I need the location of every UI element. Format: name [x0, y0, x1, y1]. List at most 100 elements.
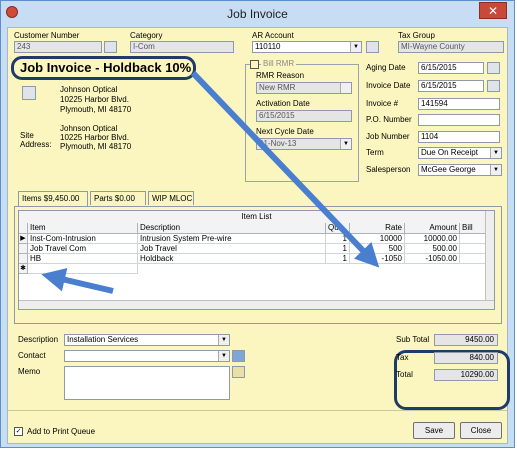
form-area: Customer Number 243 Category I-Com AR Ac… [7, 27, 510, 444]
table-cell-qty[interactable]: 1 [326, 234, 350, 244]
address-card-icon[interactable] [22, 86, 36, 100]
subtotal-value: 9450.00 [434, 334, 498, 346]
term-select[interactable]: Due On Receipt ▼ [418, 147, 502, 159]
chevron-down-icon[interactable] [340, 83, 351, 93]
invoice-date-label: Invoice Date [366, 81, 411, 90]
table-cell-qty[interactable]: 1 [326, 244, 350, 254]
grid-corner [19, 223, 28, 234]
calendar-icon[interactable] [487, 80, 500, 92]
salesperson-value: McGee George [421, 165, 476, 174]
table-cell-item[interactable]: HB [28, 254, 138, 264]
term-label: Term [366, 148, 384, 157]
chevron-down-icon[interactable]: ▼ [350, 42, 361, 52]
title-bar: Job Invoice ✕ [1, 1, 514, 27]
site-address-1: 10225 Harbor Blvd. [60, 133, 129, 142]
close-button[interactable]: Close [460, 422, 502, 439]
customer-address-1: 10225 Harbor Blvd. [60, 95, 129, 104]
table-cell-rate[interactable]: -1050 [350, 254, 405, 264]
row-selector[interactable] [19, 254, 28, 264]
ar-account-icon[interactable] [366, 41, 379, 53]
customer-lookup-icon[interactable] [104, 41, 117, 53]
horizontal-scrollbar[interactable] [19, 300, 494, 309]
table-cell-description[interactable]: Holdback [138, 254, 326, 264]
customer-number-label: Customer Number [14, 31, 80, 40]
save-button[interactable]: Save [413, 422, 455, 439]
chevron-down-icon[interactable]: ▼ [340, 139, 351, 149]
new-row-selector[interactable]: ✱ [19, 264, 28, 274]
memo-edit-icon[interactable] [232, 366, 245, 378]
table-cell-rate[interactable]: 500 [350, 244, 405, 254]
category-field[interactable]: I-Com [130, 41, 234, 53]
contact-select[interactable]: ▼ [64, 350, 230, 362]
table-cell-amount[interactable]: 10000.00 [405, 234, 460, 244]
job-number-field[interactable]: 1104 [418, 131, 500, 143]
invoice-date-field[interactable]: 6/15/2015 [418, 80, 484, 92]
next-cycle-value: 01-Nov-13 [259, 139, 297, 148]
activation-date-label: Activation Date [256, 99, 310, 108]
table-cell-bill-cycle[interactable] [460, 234, 486, 244]
customer-number-field[interactable]: 243 [14, 41, 102, 53]
description-select[interactable]: Installation Services ▼ [64, 334, 230, 346]
col-header-qty[interactable]: Qu [326, 223, 350, 234]
table-cell-amount[interactable]: -1050.00 [405, 254, 460, 264]
col-header-description[interactable]: Description [138, 223, 326, 234]
table-cell-qty[interactable]: 1 [326, 254, 350, 264]
rmr-group: Bill RMR RMR Reason New RMR Activation D… [245, 59, 359, 182]
row-selector[interactable] [19, 244, 28, 254]
col-header-amount[interactable]: Amount [405, 223, 460, 234]
print-queue-label: Add to Print Queue [27, 427, 96, 436]
term-value: Due On Receipt [421, 148, 478, 157]
contact-card-icon[interactable] [232, 350, 245, 362]
rmr-reason-select[interactable]: New RMR [256, 82, 352, 94]
table-cell-description[interactable]: Job Travel [138, 244, 326, 254]
table-cell-rate[interactable]: 10000 [350, 234, 405, 244]
aging-date-field[interactable]: 6/15/2015 [418, 62, 484, 74]
tax-group-field[interactable]: MI-Wayne County [398, 41, 504, 53]
table-cell-amount[interactable]: 500.00 [405, 244, 460, 254]
job-invoice-window: Job Invoice ✕ Customer Number 243 Catego… [0, 0, 515, 448]
memo-textarea[interactable] [64, 366, 230, 400]
salesperson-select[interactable]: McGee George ▼ [418, 164, 502, 176]
tab-wip-mloc[interactable]: WIP MLOC [148, 191, 194, 205]
ar-account-select[interactable]: 110110 ▼ [252, 41, 362, 53]
bill-rmr-checkbox[interactable] [250, 60, 259, 69]
table-cell-bill-cycle[interactable] [460, 244, 486, 254]
subtotal-label: Sub Total [396, 335, 430, 344]
job-number-label: Job Number [366, 132, 410, 141]
activation-date-field[interactable]: 6/15/2015 [256, 110, 352, 122]
chevron-down-icon[interactable]: ▼ [490, 165, 501, 175]
tax-group-label: Tax Group [398, 31, 435, 40]
vertical-scrollbar[interactable] [485, 211, 494, 309]
chevron-down-icon[interactable]: ▼ [490, 148, 501, 158]
table-cell-description[interactable]: Intrusion System Pre-wire [138, 234, 326, 244]
col-header-rate[interactable]: Rate [350, 223, 405, 234]
table-cell-item[interactable]: Inst-Com-Intrusion [28, 234, 138, 244]
table-cell-item[interactable]: Job Travel Com [28, 244, 138, 254]
description-label: Description [18, 335, 59, 344]
calendar-icon[interactable] [487, 62, 500, 74]
tab-parts[interactable]: Parts $0.00 [90, 191, 146, 205]
site-address-2: Plymouth, MI 48170 [60, 142, 132, 151]
total-label: Total [396, 370, 413, 379]
table-cell-new-item[interactable] [28, 264, 138, 274]
print-queue-checkbox[interactable]: ✓ [14, 427, 23, 436]
aging-date-label: Aging Date [366, 63, 406, 72]
tab-items[interactable]: Items $9,450.00 [18, 191, 88, 206]
chevron-down-icon[interactable]: ▼ [218, 335, 229, 345]
po-number-field[interactable] [418, 114, 500, 126]
bill-rmr-label: Bill RMR [261, 59, 297, 68]
ar-account-value: 110110 [255, 42, 281, 51]
chevron-down-icon[interactable]: ▼ [218, 351, 229, 361]
customer-name: Johnson Optical [60, 85, 118, 94]
description-value: Installation Services [67, 335, 139, 344]
next-cycle-label: Next Cycle Date [256, 127, 314, 136]
col-header-item[interactable]: Item [28, 223, 138, 234]
invoice-number-field[interactable]: 141594 [418, 98, 500, 110]
invoice-number-label: Invoice # [366, 99, 399, 108]
tax-label: Tax [396, 353, 409, 362]
close-window-button[interactable]: ✕ [479, 2, 507, 19]
row-selector-current[interactable]: ▶ [19, 234, 28, 244]
col-header-bill-cycle[interactable]: Bill Cycle [460, 223, 486, 234]
table-cell-bill-cycle[interactable] [460, 254, 486, 264]
next-cycle-select[interactable]: 01-Nov-13 ▼ [256, 138, 352, 150]
